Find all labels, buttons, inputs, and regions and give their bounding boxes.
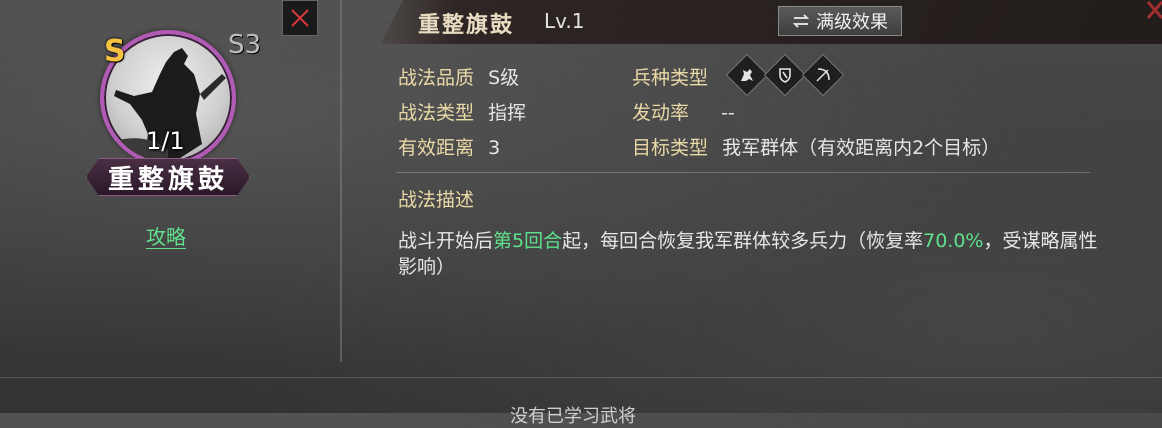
bow-icon[interactable] — [801, 53, 845, 97]
close-button[interactable] — [282, 0, 318, 36]
left-panel: S S3 1/1 重整旗鼓 攻略 — [0, 0, 342, 362]
guide-link[interactable]: 攻略 — [146, 226, 186, 249]
type-value: 指挥 — [488, 102, 527, 124]
rate-row: 发动率 -- — [632, 98, 735, 125]
target-label: 目标类型 — [632, 137, 709, 159]
close-x-icon — [291, 9, 309, 27]
type-label: 战法类型 — [398, 102, 475, 124]
bottom-divider — [0, 377, 1162, 378]
type-row: 战法类型 指挥 — [398, 98, 526, 125]
target-row: 目标类型 我军群体（有效距离内2个目标） — [632, 133, 1000, 160]
troop-row: 兵种类型 — [632, 63, 708, 90]
section-divider — [396, 172, 1090, 173]
grade-badge: S — [104, 34, 126, 69]
skill-level: Lv.1 — [544, 9, 585, 33]
level-badge: S3 — [228, 30, 262, 60]
footer-text: 没有已学习武将 — [510, 406, 636, 427]
range-value: 3 — [488, 137, 501, 159]
rate-label: 发动率 — [632, 102, 690, 124]
max-effect-button[interactable]: 满级效果 — [778, 6, 902, 36]
skill-name: 重整旗鼓 — [107, 164, 228, 195]
swap-arrows-icon — [792, 14, 810, 28]
cavalry-icon[interactable] — [725, 53, 769, 97]
max-effect-label: 满级效果 — [816, 12, 888, 33]
troop-label: 兵种类型 — [632, 67, 709, 89]
vertical-divider — [340, 0, 342, 362]
target-value: 我军群体（有效距离内2个目标） — [722, 137, 1001, 159]
description-title: 战法描述 — [398, 189, 475, 211]
name-plate: 重整旗鼓 — [86, 158, 250, 196]
troop-icons — [725, 53, 845, 97]
range-row: 有效距离 3 — [398, 133, 500, 160]
quality-row: 战法品质 S级 — [398, 63, 519, 90]
range-label: 有效距离 — [398, 137, 475, 159]
quality-value: S级 — [488, 67, 520, 89]
rate-value: -- — [721, 102, 735, 124]
description-text: 战斗开始后第5回合起，每回合恢复我军群体较多兵力（恢复率70.0%，受谋略属性影… — [398, 230, 1098, 278]
shield-icon[interactable] — [763, 53, 807, 97]
skill-title: 重整旗鼓 — [418, 12, 515, 38]
learn-count: 1/1 — [146, 127, 185, 155]
corner-close-icon[interactable] — [1142, 0, 1162, 30]
quality-label: 战法品质 — [398, 67, 475, 89]
